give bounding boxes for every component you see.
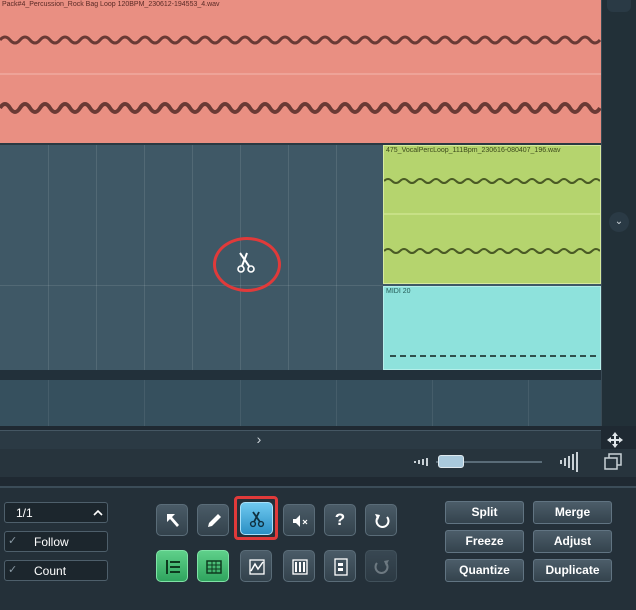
track-separator	[0, 370, 601, 380]
audio-clip-vocal-perc[interactable]: 475_VocalPercLoop_111Bpm_230616-080407_1…	[383, 145, 601, 284]
mute-speaker-icon	[293, 515, 308, 527]
grid-line	[48, 145, 49, 370]
scissors-icon	[237, 252, 255, 273]
split-tool-button[interactable]	[240, 502, 273, 535]
scissors-icon	[249, 511, 265, 528]
grid-line	[336, 380, 337, 426]
clip-title: MIDI 20	[386, 288, 411, 295]
undo-icon	[375, 514, 390, 528]
undo-tool-button[interactable]	[365, 504, 397, 536]
drum-grid-icon	[292, 559, 308, 575]
curve-icon	[249, 559, 265, 575]
arrange-area[interactable]: Pack#4_Percussion_Rock Bag Loop 120BPM_2…	[0, 0, 601, 426]
grid-line	[240, 380, 241, 426]
pencil-tool-button[interactable]	[197, 504, 229, 536]
table-editor-button[interactable]	[197, 550, 229, 582]
scroll-down-button[interactable]: ⌄	[609, 212, 629, 232]
arrow-icon	[167, 514, 179, 527]
clip-title: 475_VocalPercLoop_111Bpm_230616-080407_1…	[386, 147, 561, 154]
merge-button[interactable]: Merge	[533, 501, 612, 524]
help-tool-button[interactable]: ?	[324, 504, 356, 536]
grid-line	[432, 380, 433, 426]
midi-clip[interactable]: MIDI 20	[383, 286, 601, 370]
curve-editor-button[interactable]	[240, 550, 272, 582]
arrow-tool-button[interactable]	[156, 504, 188, 536]
grid-line	[528, 380, 529, 426]
count-toggle[interactable]: ✓ Count	[4, 560, 108, 581]
waveform	[384, 178, 600, 254]
score-editor-button[interactable]	[324, 550, 356, 582]
split-button[interactable]: Split	[445, 501, 524, 524]
vertical-scrollbar[interactable]: ⌄	[601, 0, 636, 426]
grid-line	[96, 145, 97, 370]
zoom-slider-thumb[interactable]	[438, 455, 464, 468]
adjust-button[interactable]: Adjust	[533, 530, 612, 553]
window-restore-icon[interactable]	[604, 453, 624, 471]
grid-line	[288, 145, 289, 370]
follow-toggle[interactable]: ✓ Follow	[4, 531, 108, 552]
clip-title: Pack#4_Percussion_Rock Bag Loop 120BPM_2…	[2, 1, 220, 8]
redo-icon	[374, 560, 389, 574]
grid-line	[144, 380, 145, 426]
tools-panel: 1/1 ✓ Follow ✓ Count ? Split Merge Freez…	[0, 486, 636, 610]
redo-tool-button[interactable]	[365, 550, 397, 582]
scroll-right-button[interactable]: ›	[252, 432, 266, 447]
scroll-up-button[interactable]	[607, 0, 631, 12]
zoom-bar	[0, 449, 636, 477]
check-icon: ✓	[8, 564, 18, 576]
drum-editor-button[interactable]	[283, 550, 315, 582]
mute-tool-button[interactable]	[283, 504, 315, 536]
pencil-icon	[208, 514, 221, 527]
zoom-out-icon[interactable]	[414, 455, 434, 469]
quantize-select[interactable]: 1/1	[4, 502, 108, 523]
chevron-up-icon	[93, 509, 103, 516]
horizontal-scrollbar[interactable]: ›	[0, 430, 601, 450]
track-divider	[0, 285, 383, 286]
follow-label: Follow	[34, 535, 69, 549]
quantize-value: 1/1	[16, 506, 33, 520]
empty-track-lane[interactable]	[0, 380, 601, 426]
list-icon	[166, 560, 180, 574]
grid-line	[48, 380, 49, 426]
move-icon[interactable]	[604, 431, 626, 449]
list-editor-button[interactable]	[156, 550, 188, 582]
waveform	[0, 35, 601, 114]
check-icon: ✓	[8, 535, 18, 547]
count-label: Count	[34, 564, 67, 578]
duplicate-button[interactable]: Duplicate	[533, 559, 612, 582]
grid-line	[336, 145, 337, 370]
grid-line	[144, 145, 145, 370]
midi-notes	[390, 355, 598, 357]
grid-line	[192, 145, 193, 370]
table-icon	[206, 560, 222, 574]
freeze-button[interactable]: Freeze	[445, 530, 524, 553]
quantize-button[interactable]: Quantize	[445, 559, 524, 582]
audio-clip-percussion[interactable]: Pack#4_Percussion_Rock Bag Loop 120BPM_2…	[0, 0, 601, 145]
score-icon	[334, 558, 348, 576]
question-icon: ?	[334, 510, 346, 529]
zoom-in-icon[interactable]	[560, 451, 584, 473]
